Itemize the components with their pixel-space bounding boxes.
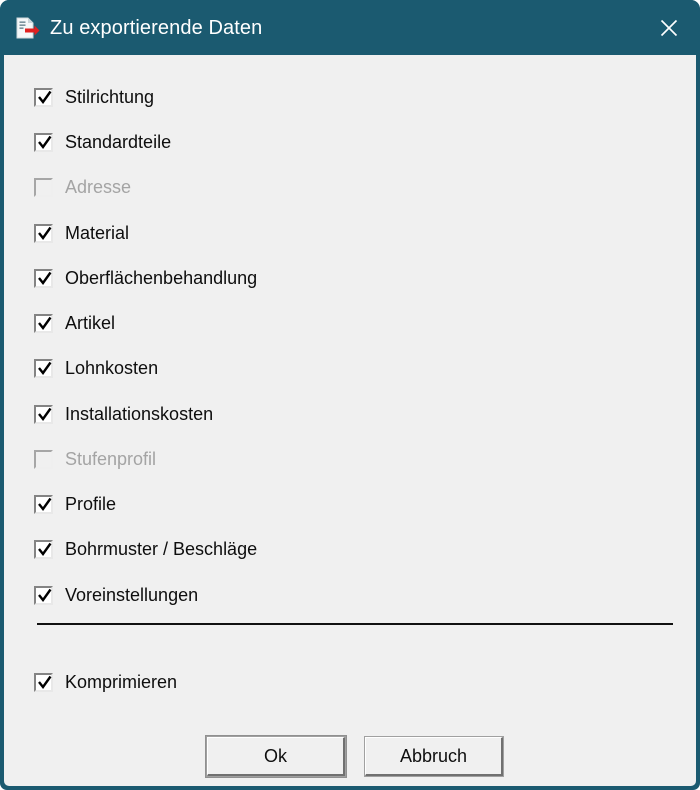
checkbox-row-lohnkosten[interactable]: Lohnkosten <box>34 355 158 381</box>
export-document-icon <box>14 15 40 41</box>
checkbox-stilrichtung[interactable] <box>34 87 53 107</box>
checkbox-standardteile[interactable] <box>34 132 53 152</box>
checkbox-label: Material <box>65 223 130 243</box>
checkbox-label: Standardteile <box>65 132 172 152</box>
checkbox-komprimieren[interactable] <box>34 672 53 692</box>
checkbox-material[interactable] <box>34 223 53 243</box>
checkbox-row-adresse: Adresse <box>34 174 131 200</box>
section-divider <box>37 623 673 625</box>
checkbox-row-standardteile[interactable]: Standardteile <box>34 129 171 155</box>
checkbox-row-voreinstellungen[interactable]: Voreinstellungen <box>34 582 198 608</box>
checkbox-profile[interactable] <box>34 494 53 514</box>
checkbox-label: Adresse <box>65 177 132 197</box>
checkbox-row-profile[interactable]: Profile <box>34 491 116 517</box>
checkbox-label: Installationskosten <box>65 404 214 424</box>
checkbox-label: Bohrmuster / Beschläge <box>65 539 258 559</box>
checkbox-row-stilrichtung[interactable]: Stilrichtung <box>34 84 154 110</box>
checkbox-lohnkosten[interactable] <box>34 358 53 378</box>
dialog-window: Zu exportierende Daten Stilrichtung Stan… <box>0 0 700 790</box>
dialog-content: Stilrichtung Standardteile Adresse Mater… <box>4 55 696 786</box>
ok-button[interactable]: Ok <box>206 736 346 777</box>
checkbox-label: Stufenprofil <box>65 449 157 469</box>
checkbox-label: Stilrichtung <box>65 87 155 107</box>
checkbox-label: Profile <box>65 494 117 514</box>
checkbox-row-bohrmuster-beschlaege[interactable]: Bohrmuster / Beschläge <box>34 536 257 562</box>
close-icon[interactable] <box>646 0 692 55</box>
checkbox-label: Voreinstellungen <box>65 585 199 605</box>
checkbox-row-artikel[interactable]: Artikel <box>34 310 115 336</box>
window-title: Zu exportierende Daten <box>50 16 263 39</box>
checkbox-oberflaechenbehandlung[interactable] <box>34 268 53 288</box>
checkbox-row-stufenprofil: Stufenprofil <box>34 446 156 472</box>
checkbox-label: Artikel <box>65 313 116 333</box>
checkbox-label: Oberflächenbehandlung <box>65 268 258 288</box>
checkbox-row-material[interactable]: Material <box>34 220 129 246</box>
cancel-button[interactable]: Abbruch <box>364 736 504 777</box>
checkbox-label: Komprimieren <box>65 672 178 692</box>
checkbox-stufenprofil <box>34 449 53 469</box>
checkbox-installationskosten[interactable] <box>34 404 53 424</box>
checkbox-voreinstellungen[interactable] <box>34 585 53 605</box>
checkbox-adresse <box>34 177 53 197</box>
title-bar[interactable]: Zu exportierende Daten <box>0 0 700 55</box>
checkbox-row-komprimieren[interactable]: Komprimieren <box>34 669 177 695</box>
checkbox-label: Lohnkosten <box>65 358 159 378</box>
checkbox-bohrmuster-beschlaege[interactable] <box>34 539 53 559</box>
checkbox-artikel[interactable] <box>34 313 53 333</box>
checkbox-row-oberflaechenbehandlung[interactable]: Oberflächenbehandlung <box>34 265 257 291</box>
checkbox-row-installationskosten[interactable]: Installationskosten <box>34 401 213 427</box>
